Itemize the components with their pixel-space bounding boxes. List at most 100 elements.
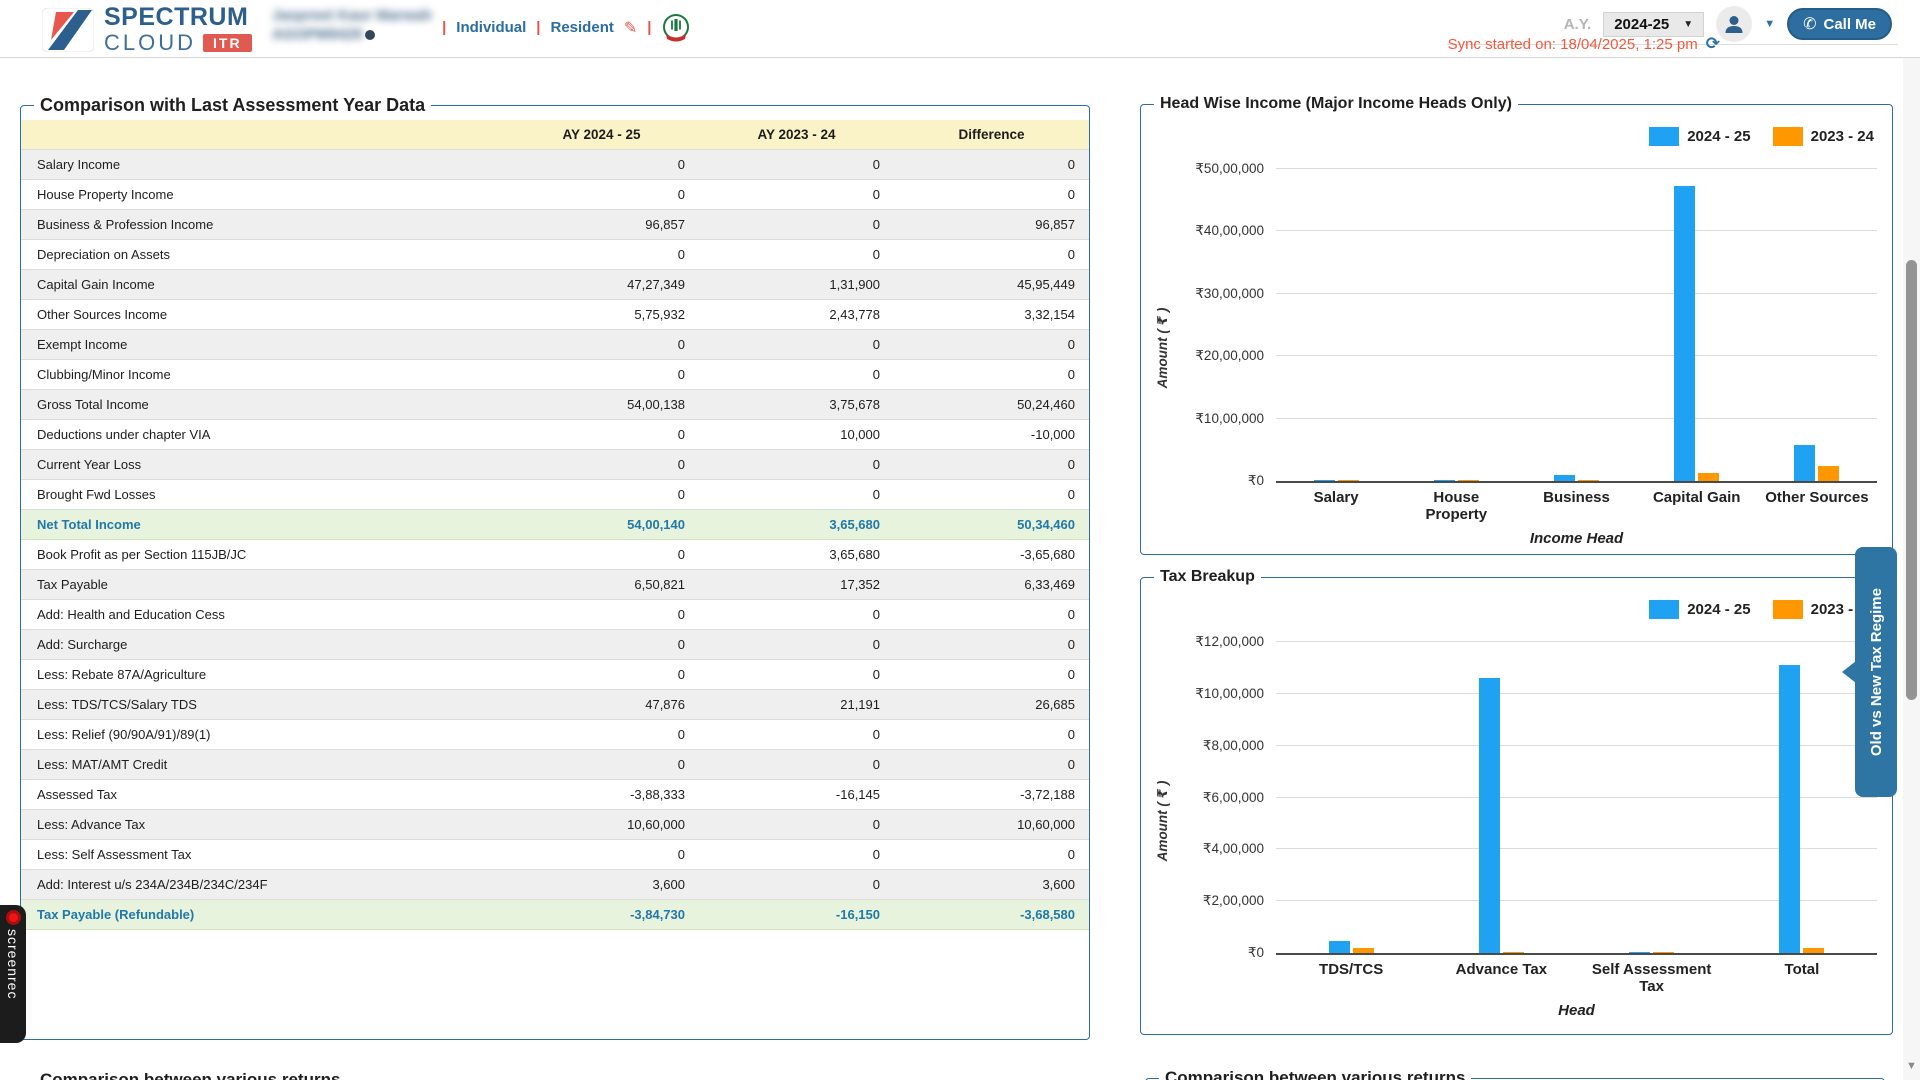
table-row: Add: Interest u/s 234A/234B/234C/234F3,6… bbox=[21, 869, 1089, 899]
row-value: 17,352 bbox=[699, 569, 894, 599]
y-tick-label: ₹4,00,000 bbox=[1146, 841, 1264, 857]
table-row: Less: Advance Tax10,60,000010,60,000 bbox=[21, 809, 1089, 839]
row-label: Less: Rebate 87A/Agriculture bbox=[21, 659, 504, 689]
bar bbox=[1314, 480, 1335, 481]
bar bbox=[1803, 948, 1824, 953]
call-me-button[interactable]: ✆ Call Me bbox=[1787, 8, 1892, 40]
bar-group bbox=[1276, 941, 1426, 953]
row-label: Less: TDS/TCS/Salary TDS bbox=[21, 689, 504, 719]
scroll-down-arrow-icon[interactable]: ▼ bbox=[1903, 1056, 1920, 1076]
row-label: Salary Income bbox=[21, 149, 504, 179]
screenrec-badge[interactable]: screenrec bbox=[0, 905, 26, 1043]
bar bbox=[1674, 186, 1695, 481]
bar bbox=[1698, 473, 1719, 481]
row-value: 0 bbox=[894, 749, 1089, 779]
row-label: Tax Payable bbox=[21, 569, 504, 599]
table-row: Brought Fwd Losses000 bbox=[21, 479, 1089, 509]
user-avatar[interactable] bbox=[1716, 6, 1752, 42]
bar bbox=[1338, 480, 1359, 481]
legend-label: 2023 - 24 bbox=[1811, 128, 1874, 145]
row-label: Brought Fwd Losses bbox=[21, 479, 504, 509]
bar bbox=[1794, 445, 1815, 481]
assessment-year-label: A.Y. bbox=[1564, 16, 1592, 33]
row-label: Exempt Income bbox=[21, 329, 504, 359]
row-value: 0 bbox=[504, 599, 699, 629]
y-tick-label: ₹12,00,000 bbox=[1146, 634, 1264, 650]
row-value: 0 bbox=[894, 359, 1089, 389]
separator: | bbox=[536, 19, 540, 36]
legend-item[interactable]: 2023 - 24 bbox=[1773, 127, 1874, 146]
column-header-blank bbox=[21, 120, 504, 149]
legend-item[interactable]: 2024 - 25 bbox=[1649, 127, 1750, 146]
bars bbox=[1276, 171, 1877, 481]
legend-item[interactable]: 2024 - 25 bbox=[1649, 600, 1750, 619]
bar bbox=[1479, 678, 1500, 953]
bar bbox=[1578, 480, 1599, 481]
app-window: SPECTRUM CLOUD ITR Jaspreet Kaur Marwah … bbox=[0, 0, 1920, 1080]
row-label: Business & Profession Income bbox=[21, 209, 504, 239]
bar bbox=[1554, 475, 1575, 481]
row-value: 54,00,140 bbox=[504, 509, 699, 539]
bar-group bbox=[1637, 186, 1757, 481]
row-value: -3,84,730 bbox=[504, 899, 699, 929]
x-category-label: Salary bbox=[1276, 489, 1396, 524]
row-value: -3,65,680 bbox=[894, 539, 1089, 569]
row-value: 10,000 bbox=[699, 419, 894, 449]
y-tick-label: ₹40,00,000 bbox=[1146, 223, 1264, 239]
row-value: 0 bbox=[504, 539, 699, 569]
row-value: -16,145 bbox=[699, 779, 894, 809]
tab-label: Old vs New Tax Regime bbox=[1868, 588, 1885, 756]
table-row: Other Sources Income5,75,9322,43,7783,32… bbox=[21, 299, 1089, 329]
row-label: Capital Gain Income bbox=[21, 269, 504, 299]
panel-title: Comparison between various returns bbox=[1165, 1068, 1465, 1080]
row-value: -16,150 bbox=[699, 899, 894, 929]
x-axis-categories: TDS/TCSAdvance TaxSelf Assessment TaxTot… bbox=[1276, 961, 1877, 996]
row-label: Current Year Loss bbox=[21, 449, 504, 479]
old-vs-new-tax-regime-tab[interactable]: Old vs New Tax Regime bbox=[1855, 547, 1897, 797]
table-header-row: AY 2024 - 25 AY 2023 - 24 Difference bbox=[21, 120, 1089, 149]
comparison-returns-panel-left: Comparison between various returns bbox=[20, 1070, 1140, 1080]
panel-title: Comparison between various returns bbox=[40, 1070, 340, 1080]
row-value: 0 bbox=[894, 629, 1089, 659]
x-category-label: Capital Gain bbox=[1637, 489, 1757, 524]
y-tick-label: ₹8,00,000 bbox=[1146, 738, 1264, 754]
bar-group bbox=[1757, 445, 1877, 481]
row-label: Deductions under chapter VIA bbox=[21, 419, 504, 449]
x-category-label: House Property bbox=[1396, 489, 1516, 524]
bar bbox=[1503, 952, 1524, 953]
row-value: 3,32,154 bbox=[894, 299, 1089, 329]
row-value: 47,876 bbox=[504, 689, 699, 719]
row-value: 0 bbox=[699, 659, 894, 689]
edit-pencil-icon[interactable]: ✎ bbox=[624, 18, 637, 38]
phone-icon: ✆ bbox=[1803, 14, 1816, 34]
bar-group bbox=[1516, 475, 1636, 481]
pan-status-dot-icon bbox=[365, 30, 375, 40]
row-value: 3,600 bbox=[894, 869, 1089, 899]
row-value: 3,75,678 bbox=[699, 389, 894, 419]
row-value: 0 bbox=[504, 179, 699, 209]
user-menu-caret-icon[interactable]: ▼ bbox=[1764, 18, 1775, 30]
row-value: 0 bbox=[699, 599, 894, 629]
table-row: Exempt Income000 bbox=[21, 329, 1089, 359]
bar-group bbox=[1396, 480, 1516, 481]
client-info: Jaspreet Kaur Marwah AGOPM9429 | Individ… bbox=[272, 7, 691, 45]
assessment-year-dropdown[interactable]: 2024-25 ▼ bbox=[1603, 12, 1704, 37]
row-value: 0 bbox=[699, 839, 894, 869]
brand-name: SPECTRUM bbox=[104, 5, 252, 30]
vertical-scrollbar[interactable]: ▲ ▼ bbox=[1903, 0, 1920, 1080]
spectrum-logo-icon bbox=[42, 8, 94, 52]
client-pan: AGOPM9429 bbox=[272, 26, 362, 45]
chart-plot-area: ₹0₹2,00,000₹4,00,000₹6,00,000₹8,00,000₹1… bbox=[1276, 644, 1877, 955]
x-axis-label: Head bbox=[1276, 1002, 1877, 1019]
legend-swatch-icon bbox=[1649, 127, 1679, 146]
bar-group bbox=[1276, 480, 1396, 481]
scrollbar-thumb[interactable] bbox=[1906, 260, 1917, 700]
row-value: -10,000 bbox=[894, 419, 1089, 449]
y-tick-label: ₹0 bbox=[1146, 945, 1264, 961]
panel-title: Comparison with Last Assessment Year Dat… bbox=[40, 95, 425, 115]
sync-refresh-icon[interactable]: ⟳ bbox=[1706, 34, 1720, 54]
comparison-returns-panel-right: Comparison between various returns bbox=[1145, 1068, 1885, 1080]
y-tick-label: ₹10,00,000 bbox=[1146, 686, 1264, 702]
row-value: 0 bbox=[699, 329, 894, 359]
row-value: 96,857 bbox=[894, 209, 1089, 239]
